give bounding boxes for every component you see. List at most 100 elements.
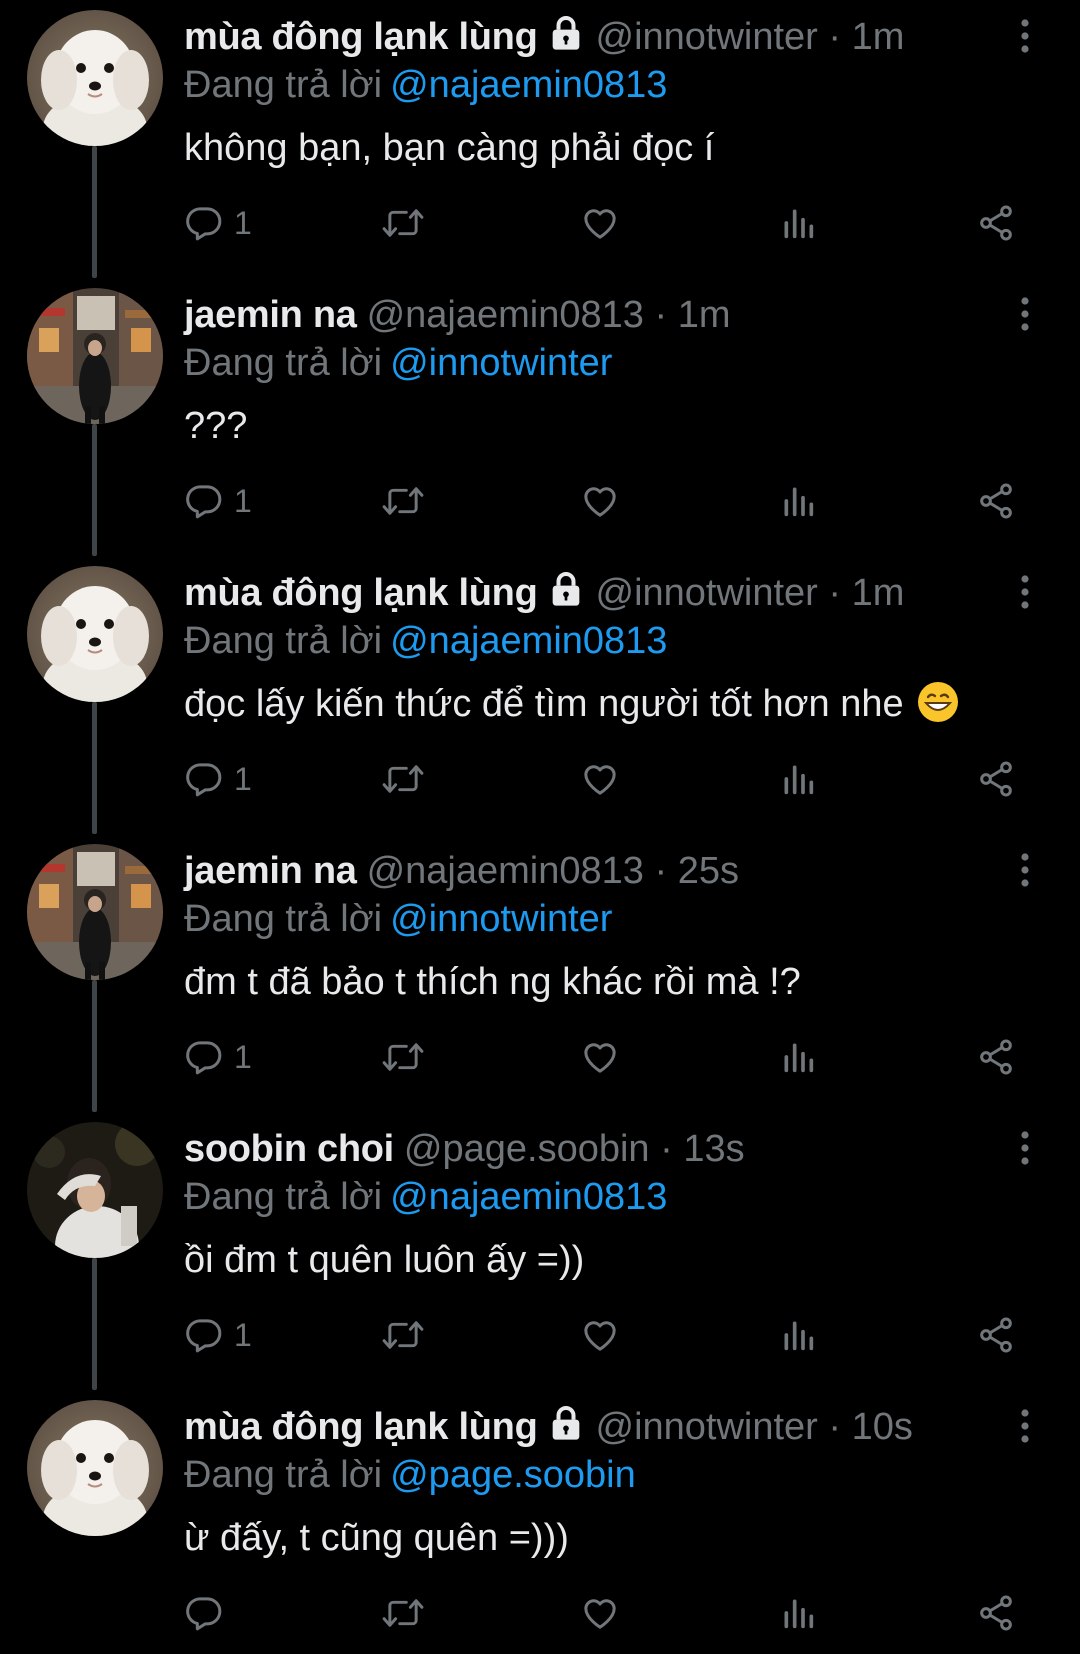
night-person-avatar[interactable] — [27, 1122, 163, 1258]
user-handle[interactable]: @najaemin0813 — [367, 850, 644, 892]
street-person-avatar[interactable] — [27, 844, 163, 980]
timestamp[interactable]: 10s — [852, 1406, 913, 1448]
analytics-button[interactable] — [778, 754, 818, 804]
tweet-actions: 1 — [0, 754, 1080, 804]
tweet-text-content: đm t đã bảo t thích ng khác rồi mà !? — [184, 961, 801, 1003]
more-options-icon[interactable] — [1010, 294, 1040, 334]
user-handle[interactable]: @najaemin0813 — [367, 294, 644, 336]
tweet[interactable]: mùa đông lạnk lùng @innotwinter · 1m Đang… — [0, 556, 1080, 834]
reply-button[interactable]: 1 — [184, 754, 252, 804]
share-icon — [976, 1037, 1016, 1077]
separator-dot: · — [660, 1128, 673, 1170]
reply-count: 1 — [234, 760, 252, 797]
reply-icon — [184, 1315, 224, 1355]
display-name[interactable]: mùa đông lạnk lùng — [184, 16, 538, 58]
like-button[interactable] — [580, 1588, 620, 1638]
more-options-icon[interactable] — [1010, 850, 1040, 890]
replying-to-label: Đang trả lời — [184, 1176, 383, 1218]
more-options-icon[interactable] — [1010, 1406, 1040, 1446]
replying-to: Đang trả lời @innotwinter — [184, 338, 612, 388]
timestamp[interactable]: 1m — [852, 572, 905, 614]
white-dog-avatar[interactable] — [27, 1400, 163, 1536]
display-name[interactable]: jaemin na — [184, 294, 357, 336]
replying-to-link[interactable]: @najaemin0813 — [390, 64, 667, 106]
separator-dot: · — [654, 850, 668, 892]
heart-icon — [580, 1037, 620, 1077]
share-button[interactable] — [976, 198, 1016, 248]
reply-button[interactable] — [184, 1588, 234, 1638]
white-dog-avatar[interactable] — [27, 10, 163, 146]
user-handle[interactable]: @innotwinter — [596, 1406, 818, 1448]
user-handle[interactable]: @innotwinter — [596, 16, 818, 58]
retweet-button[interactable] — [380, 476, 426, 526]
like-button[interactable] — [580, 1310, 620, 1360]
retweet-button[interactable] — [380, 1310, 426, 1360]
retweet-button[interactable] — [380, 1032, 426, 1082]
timestamp[interactable]: 13s — [683, 1128, 744, 1170]
replying-to-link[interactable]: @page.soobin — [390, 1454, 636, 1496]
replying-to-link[interactable]: @najaemin0813 — [390, 1176, 667, 1218]
tweet-actions: 1 — [0, 476, 1080, 526]
display-name[interactable]: mùa đông lạnk lùng — [184, 572, 538, 614]
analytics-button[interactable] — [778, 476, 818, 526]
retweet-button[interactable] — [380, 754, 426, 804]
replying-to-label: Đang trả lời — [184, 620, 383, 662]
tweet-text-content: đọc lấy kiến thức để tìm người tốt hơn n… — [184, 683, 904, 725]
like-button[interactable] — [580, 754, 620, 804]
heart-icon — [580, 203, 620, 243]
reply-button[interactable]: 1 — [184, 476, 252, 526]
timestamp[interactable]: 25s — [678, 850, 739, 892]
reply-button[interactable]: 1 — [184, 1032, 252, 1082]
display-name[interactable]: jaemin na — [184, 850, 357, 892]
share-button[interactable] — [976, 754, 1016, 804]
tweet-text: đọc lấy kiến thức để tìm người tốt hơn n… — [184, 676, 960, 732]
tweet[interactable]: mùa đông lạnk lùng @innotwinter · 10s Đan… — [0, 1390, 1080, 1654]
replying-to-link[interactable]: @innotwinter — [390, 342, 612, 384]
analytics-button[interactable] — [778, 1588, 818, 1638]
user-handle[interactable]: @page.soobin — [404, 1128, 650, 1170]
tweet[interactable]: jaemin na @najaemin0813 · 1m Đang trả lời… — [0, 278, 1080, 556]
timestamp[interactable]: 1m — [678, 294, 731, 336]
separator-dot: · — [828, 16, 842, 58]
white-dog-avatar[interactable] — [27, 566, 163, 702]
display-name[interactable]: soobin choi — [184, 1128, 394, 1170]
tweet-text-content: ừ đấy, t cũng quên =))) — [184, 1517, 569, 1559]
heart-icon — [580, 1593, 620, 1633]
tweet[interactable]: mùa đông lạnk lùng @innotwinter · 1m Đang… — [0, 0, 1080, 278]
like-button[interactable] — [580, 198, 620, 248]
analytics-button[interactable] — [778, 1310, 818, 1360]
replying-to: Đang trả lời @page.soobin — [184, 1450, 636, 1500]
tweet[interactable]: soobin choi @page.soobin · 13s Đang trả l… — [0, 1112, 1080, 1390]
share-button[interactable] — [976, 1588, 1016, 1638]
tweet[interactable]: jaemin na @najaemin0813 · 25s Đang trả lờ… — [0, 834, 1080, 1112]
reply-button[interactable]: 1 — [184, 1310, 252, 1360]
replying-to-label: Đang trả lời — [184, 342, 383, 384]
replying-to-link[interactable]: @najaemin0813 — [390, 620, 667, 662]
retweet-icon — [380, 481, 426, 521]
like-button[interactable] — [580, 1032, 620, 1082]
more-options-icon[interactable] — [1010, 1128, 1040, 1168]
reply-button[interactable]: 1 — [184, 198, 252, 248]
user-handle[interactable]: @innotwinter — [596, 572, 818, 614]
tweet-header: jaemin na @najaemin0813 · 25s — [184, 846, 739, 896]
tweet-text: đm t đã bảo t thích ng khác rồi mà !? — [184, 954, 801, 1010]
share-button[interactable] — [976, 1032, 1016, 1082]
share-button[interactable] — [976, 476, 1016, 526]
display-name[interactable]: mùa đông lạnk lùng — [184, 1406, 538, 1448]
retweet-button[interactable] — [380, 1588, 426, 1638]
analytics-button[interactable] — [778, 1032, 818, 1082]
retweet-button[interactable] — [380, 198, 426, 248]
share-button[interactable] — [976, 1310, 1016, 1360]
reply-icon — [184, 759, 224, 799]
replying-to-link[interactable]: @innotwinter — [390, 898, 612, 940]
like-button[interactable] — [580, 476, 620, 526]
analytics-button[interactable] — [778, 198, 818, 248]
replying-to: Đang trả lời @najaemin0813 — [184, 60, 667, 110]
street-person-avatar[interactable] — [27, 288, 163, 424]
more-options-icon[interactable] — [1010, 572, 1040, 612]
reply-icon — [184, 1593, 224, 1633]
more-options-icon[interactable] — [1010, 16, 1040, 56]
reply-count: 1 — [234, 1316, 252, 1353]
tweet-text-content: không bạn, bạn càng phải đọc í — [184, 127, 715, 169]
timestamp[interactable]: 1m — [852, 16, 905, 58]
